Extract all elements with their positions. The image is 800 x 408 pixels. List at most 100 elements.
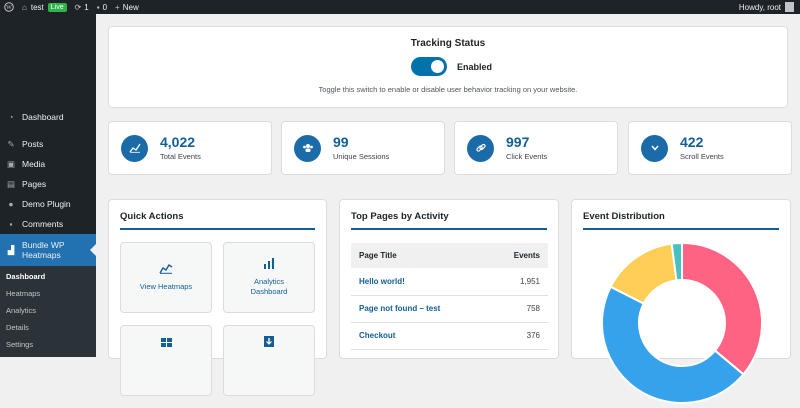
link-icon xyxy=(467,134,494,162)
live-badge: Live xyxy=(47,2,67,12)
sidebar-item-label: Dashboard xyxy=(22,112,64,122)
sidebar-item-media[interactable]: ▣ Media xyxy=(0,154,96,174)
events-count: 376 xyxy=(493,322,548,350)
event-distribution-panel: Event Distribution xyxy=(571,199,791,404)
top-pages-table: Page Title Events Hello world! 1,951 Pag… xyxy=(351,243,548,350)
admin-menu: ◔ Dashboard ✎ Posts ▣ Media ▤ Pages ● De… xyxy=(0,107,96,357)
updates-count: 1 xyxy=(84,2,89,12)
pie-slice-pink[interactable] xyxy=(681,241,763,376)
sidebar-item-comments[interactable]: ▪ Comments xyxy=(0,214,96,234)
stat-card-unique-sessions: 99 Unique Sessions xyxy=(281,121,445,175)
stat-value: 422 xyxy=(680,134,704,150)
sidebar-item-posts[interactable]: ✎ Posts xyxy=(0,134,96,154)
updates-link[interactable]: ⟳ 1 xyxy=(71,0,93,14)
toggle-knob xyxy=(431,60,444,73)
svg-text:W: W xyxy=(6,5,12,11)
quick-action-button-3[interactable] xyxy=(120,325,212,396)
toggle-label: Enabled xyxy=(457,61,493,72)
stat-card-click-events: 997 Click Events xyxy=(454,121,618,175)
bar-chart-icon xyxy=(263,258,275,272)
events-count: 1,951 xyxy=(493,268,548,296)
users-icon xyxy=(294,134,321,162)
stat-label: Total Events xyxy=(160,152,201,161)
site-name: test xyxy=(30,2,44,12)
pin-icon: ✎ xyxy=(7,138,15,149)
comments-link[interactable]: ▪ 0 xyxy=(93,0,111,14)
sidebar-item-dashboard[interactable]: ◔ Dashboard xyxy=(0,107,96,127)
sidebar-item-label: Demo Plugin xyxy=(22,199,71,209)
avatar xyxy=(785,2,794,12)
sidebar-item-label: Pages xyxy=(22,179,47,189)
top-pages-title: Top Pages by Activity xyxy=(351,211,449,222)
admin-bar: W ⌂ test Live ⟳ 1 ▪ 0 + New Howdy, root xyxy=(0,0,800,14)
plugin-icon: ● xyxy=(8,199,14,209)
table-row: Hello world! 1,951 xyxy=(351,268,548,296)
view-heatmaps-button[interactable]: View Heatmaps xyxy=(120,242,212,313)
sidebar-item-demo-plugin[interactable]: ● Demo Plugin xyxy=(0,194,96,214)
media-icon: ▣ xyxy=(6,158,16,169)
table-row: Checkout 376 xyxy=(351,322,548,350)
page-link[interactable]: Page not found – test xyxy=(351,295,494,323)
table-header-row: Page Title Events xyxy=(351,243,548,268)
stat-label: Scroll Events xyxy=(680,152,724,161)
divider xyxy=(351,228,547,230)
page-link[interactable]: Hello world! xyxy=(351,268,494,296)
my-account[interactable]: Howdy, root xyxy=(739,2,800,12)
tracking-title: Tracking Status xyxy=(410,38,486,49)
grid-icon xyxy=(160,336,172,350)
divider xyxy=(583,228,779,230)
top-pages-panel: Top Pages by Activity Page Title Events … xyxy=(339,199,559,359)
home-icon: ⌂ xyxy=(22,2,27,12)
sidebar-item-label: Posts xyxy=(22,139,44,149)
tracking-toggle-group: Enabled xyxy=(411,57,492,76)
event-distribution-title: Event Distribution xyxy=(583,211,665,222)
tracking-toggle[interactable] xyxy=(411,57,447,76)
admin-sidebar: ◔ Dashboard ✎ Posts ▣ Media ▤ Pages ● De… xyxy=(0,14,96,357)
analytics-dashboard-button[interactable]: Analytics Dashboard xyxy=(223,242,315,313)
stat-label: Unique Sessions xyxy=(333,152,390,161)
event-distribution-donut-chart xyxy=(601,241,763,404)
chart-icon xyxy=(121,134,148,162)
sidebar-item-pages[interactable]: ▤ Pages xyxy=(0,174,96,194)
heatmap-icon xyxy=(159,263,173,277)
quick-actions-title: Quick Actions xyxy=(120,211,184,222)
button-label: View Heatmaps xyxy=(139,282,193,291)
stat-label: Click Events xyxy=(506,152,548,161)
comment-icon: ▪ xyxy=(9,219,13,229)
submenu-heatmaps[interactable]: Heatmaps xyxy=(0,285,96,302)
page-link[interactable]: Checkout xyxy=(351,322,494,350)
stat-value: 4,022 xyxy=(160,134,196,150)
submenu-dashboard[interactable]: Dashboard xyxy=(0,268,96,285)
quick-action-button-4[interactable] xyxy=(223,325,315,396)
stat-card-scroll-events: 422 Scroll Events xyxy=(628,121,792,175)
stat-value: 997 xyxy=(506,134,530,150)
howdy-text: Howdy, root xyxy=(738,2,781,12)
new-label: New xyxy=(122,2,139,12)
tracking-description: Toggle this switch to enable or disable … xyxy=(318,85,578,94)
divider xyxy=(120,228,315,230)
new-content-link[interactable]: + New xyxy=(111,0,143,14)
site-name-link[interactable]: ⌂ test Live xyxy=(18,0,71,14)
sidebar-item-label: Media xyxy=(22,159,46,169)
events-count: 758 xyxy=(493,295,548,323)
stat-card-total-events: 4,022 Total Events xyxy=(108,121,272,175)
sidebar-item-bundle-wp-heatmaps[interactable]: ▟ Bundle WP Heatmaps xyxy=(0,234,96,266)
comment-icon: ▪ xyxy=(96,2,100,12)
submenu-details[interactable]: Details xyxy=(0,319,96,336)
stat-value: 99 xyxy=(333,134,349,150)
submenu-settings[interactable]: Settings xyxy=(0,336,96,353)
sidebar-item-label: Comments xyxy=(22,219,64,229)
comments-count: 0 xyxy=(102,2,108,12)
table-row: Page not found – test 758 xyxy=(351,295,548,323)
column-header-events: Events xyxy=(493,243,548,268)
wordpress-logo-icon[interactable]: W xyxy=(0,0,18,14)
download-icon xyxy=(264,336,274,350)
dashboard-icon: ◔ xyxy=(8,112,14,122)
chart-icon: ▟ xyxy=(7,244,15,255)
pages-icon: ▤ xyxy=(6,178,16,189)
column-header-page-title: Page Title xyxy=(351,243,494,268)
sidebar-item-label: Bundle WP Heatmaps xyxy=(22,240,65,260)
chevron-down-icon xyxy=(641,134,668,162)
quick-actions-panel: Quick Actions View Heatmaps Analytics Da… xyxy=(108,199,327,396)
submenu-analytics[interactable]: Analytics xyxy=(0,302,96,319)
